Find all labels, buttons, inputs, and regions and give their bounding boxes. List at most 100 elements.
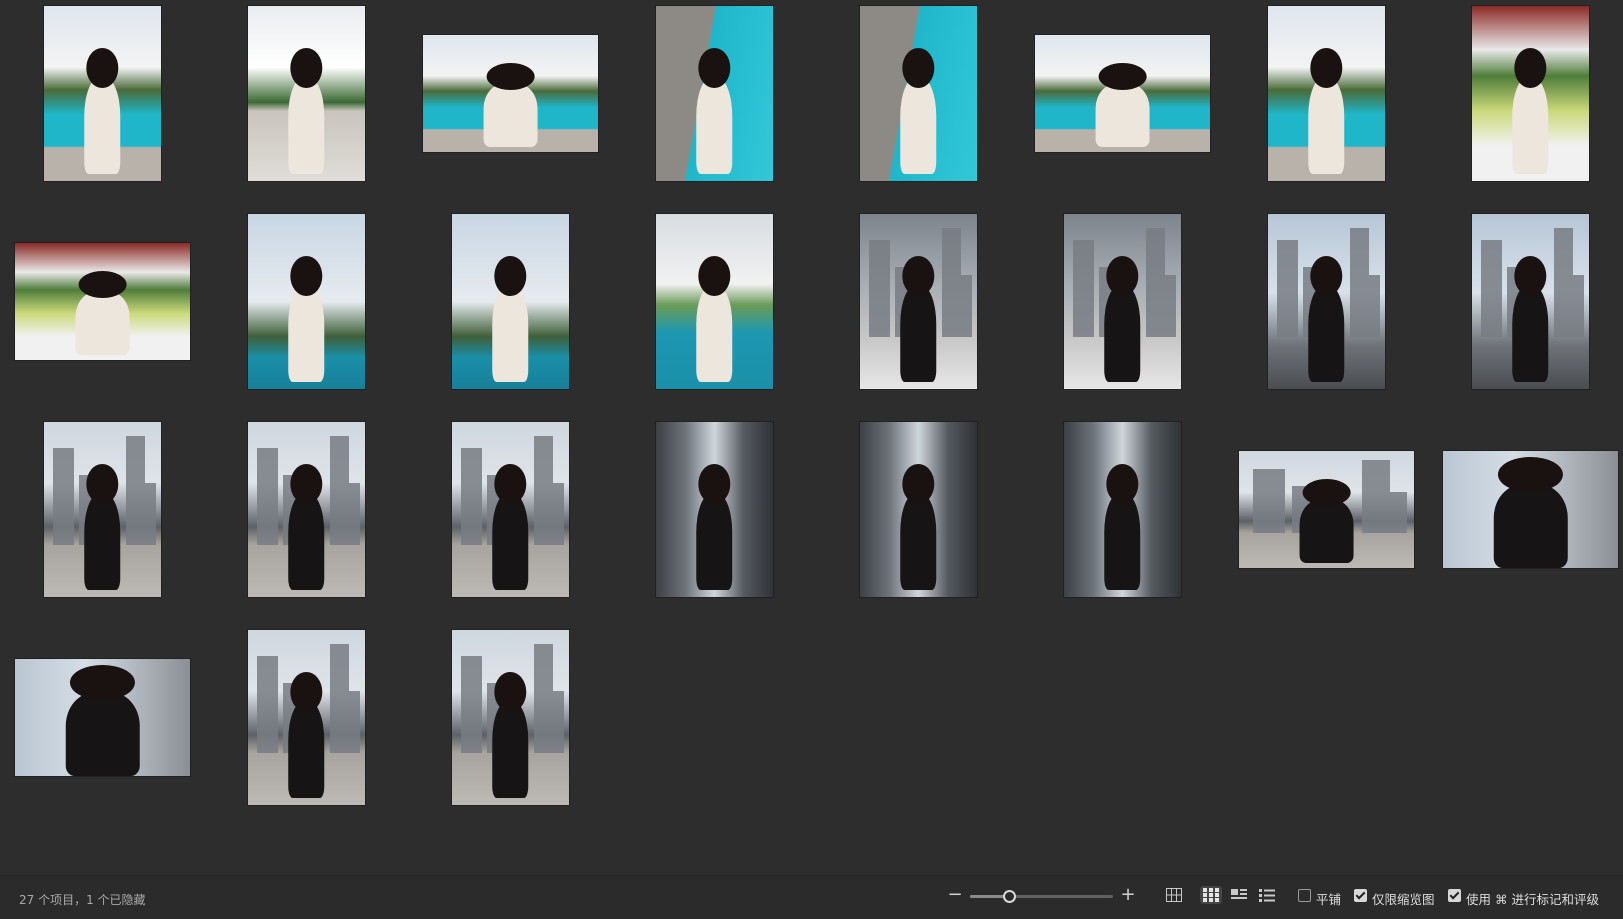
photo-thumbnail[interactable] [860, 422, 977, 597]
model-hair [1514, 256, 1547, 297]
photo-thumbnail[interactable] [423, 35, 598, 152]
tile-checkbox[interactable] [1298, 889, 1311, 902]
thumbnail-cell[interactable] [0, 208, 204, 416]
photo-thumbnail[interactable] [452, 214, 569, 389]
item-count-label: 27 个项目，1 个已隐藏 [19, 893, 146, 907]
model-figure [1301, 256, 1352, 382]
thumbnail-cell[interactable] [0, 624, 204, 832]
skyline-building [552, 483, 565, 545]
photo-thumbnail[interactable] [15, 659, 190, 776]
thumbnail-cell[interactable] [612, 0, 816, 208]
model-outfit [900, 78, 937, 174]
model-figure [1084, 63, 1161, 148]
thumbnail-cell[interactable] [204, 208, 408, 416]
thumbnail-cell[interactable] [612, 208, 816, 416]
thumbnail-size-slider[interactable] [970, 895, 1113, 898]
thumbnail-cell[interactable] [612, 416, 816, 624]
model-outfit [75, 291, 130, 356]
model-hair [902, 256, 935, 297]
photo-thumbnail[interactable] [860, 6, 977, 181]
thumbnail-cell[interactable] [0, 416, 204, 624]
skyline-building [960, 275, 973, 337]
photo-thumbnail[interactable] [452, 422, 569, 597]
zoom-in-button[interactable]: + [1118, 885, 1138, 905]
thumbnail-cell[interactable] [1020, 0, 1224, 208]
photo-thumbnail[interactable] [1239, 451, 1414, 568]
skyline-building [257, 656, 279, 753]
thumbnail-cell[interactable] [1428, 0, 1623, 208]
model-figure [281, 464, 332, 590]
thumbnail-cell[interactable] [204, 416, 408, 624]
thumbnail-cell[interactable] [408, 0, 612, 208]
thumbnail-cell[interactable] [204, 624, 408, 832]
photo-thumbnail[interactable] [1268, 6, 1385, 181]
photo-thumbnail[interactable] [44, 6, 161, 181]
photo-thumbnail[interactable] [656, 6, 773, 181]
skyline-building [1349, 228, 1369, 337]
skyline-building [329, 436, 349, 545]
photo-thumbnail[interactable] [248, 6, 365, 181]
skyline-building [144, 483, 157, 545]
model-figure [893, 256, 944, 382]
use-cmd-marking-checkbox[interactable] [1448, 889, 1461, 902]
thumbnail-cell[interactable] [816, 0, 1020, 208]
photo-thumbnail[interactable] [656, 422, 773, 597]
thumbnail-cell[interactable] [1224, 0, 1428, 208]
tile-label: 平铺 [1316, 892, 1342, 907]
thumbnail-cell[interactable] [408, 416, 612, 624]
model-outfit [1493, 483, 1568, 568]
zoom-out-button[interactable]: − [945, 885, 965, 905]
photo-thumbnail[interactable] [452, 630, 569, 805]
model-figure [893, 48, 944, 174]
view-detail-button[interactable] [1228, 886, 1250, 904]
photo-thumbnail[interactable] [15, 243, 190, 360]
thumbnail-cell[interactable] [816, 208, 1020, 416]
model-outfit [1512, 286, 1549, 382]
photo-thumbnail[interactable] [1035, 35, 1210, 152]
model-outfit [1308, 78, 1345, 174]
thumbnail-cell[interactable] [1224, 208, 1428, 416]
thumbnails-only-checkbox[interactable] [1354, 889, 1367, 902]
model-hair [1310, 256, 1343, 297]
model-outfit [65, 691, 140, 776]
model-figure [1097, 464, 1148, 590]
skyline-building [533, 436, 553, 545]
thumbnail-cell[interactable] [1020, 208, 1224, 416]
thumbnail-cell[interactable] [816, 416, 1020, 624]
photo-thumbnail[interactable] [1472, 214, 1589, 389]
view-list-button[interactable] [1256, 886, 1278, 904]
photo-thumbnail[interactable] [1472, 6, 1589, 181]
model-outfit [696, 494, 733, 590]
photo-thumbnail[interactable] [248, 422, 365, 597]
photo-thumbnail[interactable] [656, 214, 773, 389]
model-hair [698, 256, 731, 297]
thumbnail-cell[interactable] [1224, 416, 1428, 624]
photo-thumbnail[interactable] [1268, 214, 1385, 389]
photo-thumbnail[interactable] [248, 214, 365, 389]
view-large-grid-button[interactable] [1163, 886, 1185, 904]
model-hair [494, 256, 527, 297]
thumbnail-cell[interactable] [0, 0, 204, 208]
model-figure [77, 48, 128, 174]
slider-handle[interactable] [1003, 890, 1016, 903]
model-figure [485, 464, 536, 590]
thumbnail-cell[interactable] [204, 0, 408, 208]
photo-thumbnail[interactable] [1064, 422, 1181, 597]
photo-thumbnail[interactable] [860, 214, 977, 389]
photo-thumbnail[interactable] [1064, 214, 1181, 389]
use-cmd-marking-label: 使用 ⌘ 进行标记和评级 [1466, 892, 1599, 907]
view-grid-button[interactable] [1200, 886, 1222, 904]
photo-thumbnail[interactable] [248, 630, 365, 805]
thumbnail-cell[interactable] [1428, 416, 1623, 624]
model-outfit [288, 78, 325, 174]
model-hair [1098, 63, 1147, 91]
model-figure [50, 664, 155, 776]
thumbnail-cell[interactable] [1020, 416, 1224, 624]
thumbnail-cell[interactable] [408, 208, 612, 416]
photo-thumbnail[interactable] [1443, 451, 1618, 568]
model-figure [472, 63, 549, 148]
thumbnail-cell[interactable] [1428, 208, 1623, 416]
model-outfit [696, 78, 733, 174]
photo-thumbnail[interactable] [44, 422, 161, 597]
thumbnail-cell[interactable] [408, 624, 612, 832]
